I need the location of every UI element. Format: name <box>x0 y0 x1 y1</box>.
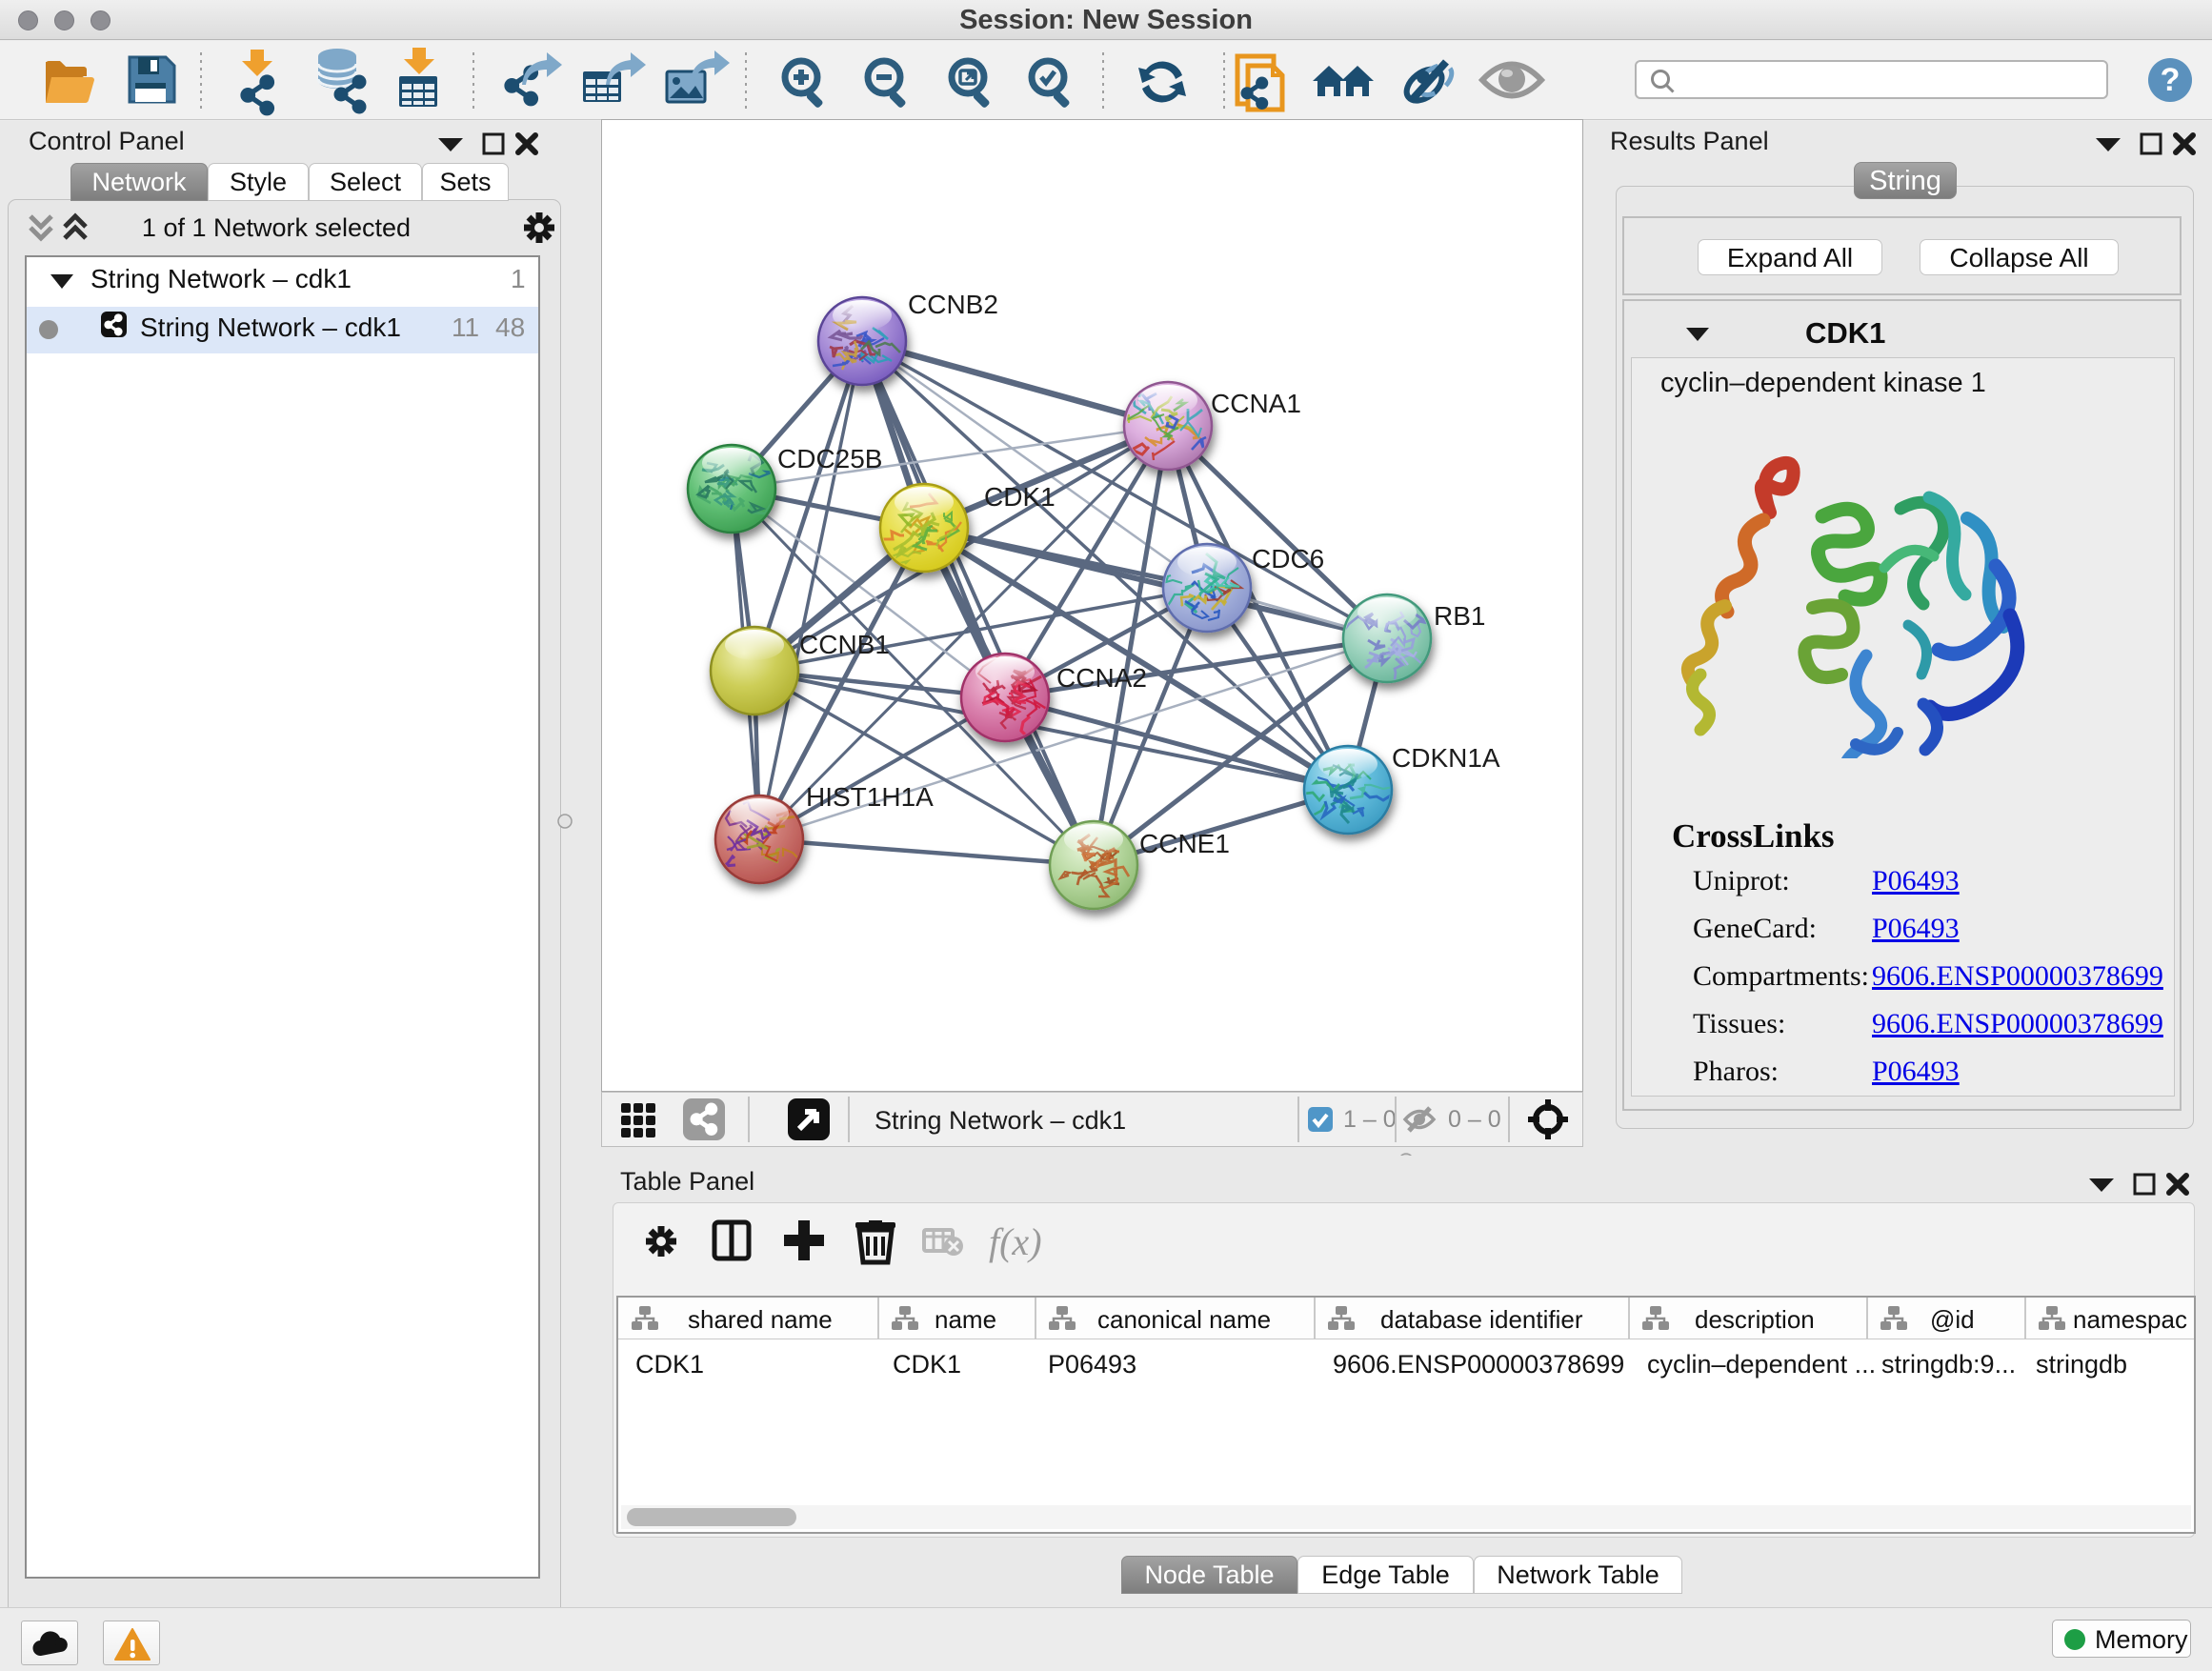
svg-text:CDC25B: CDC25B <box>777 444 882 473</box>
svg-text:stringdb: stringdb <box>2036 1350 2127 1379</box>
svg-text:shared name: shared name <box>688 1305 833 1334</box>
svg-text:cyclin–dependent ...: cyclin–dependent ... <box>1647 1350 1876 1379</box>
svg-text:0 – 0: 0 – 0 <box>1448 1106 1501 1133</box>
svg-text:database identifier: database identifier <box>1380 1305 1583 1334</box>
svg-text:stringdb:9...: stringdb:9... <box>1881 1350 2016 1379</box>
svg-text:HIST1H1A: HIST1H1A <box>806 782 934 812</box>
svg-text:CCNA1: CCNA1 <box>1211 389 1301 418</box>
svg-text:String Network – cdk1: String Network – cdk1 <box>875 1106 1126 1135</box>
svg-text:namespac: namespac <box>2073 1305 2187 1334</box>
svg-text:CCNB1: CCNB1 <box>799 630 890 659</box>
svg-text:CDK1: CDK1 <box>893 1350 961 1379</box>
svg-text:f(x): f(x) <box>989 1220 1042 1263</box>
svg-text:P06493: P06493 <box>1048 1350 1136 1379</box>
svg-text:CDKN1A: CDKN1A <box>1392 743 1500 773</box>
svg-text:?: ? <box>2161 62 2181 98</box>
svg-text:CCNA2: CCNA2 <box>1056 663 1147 693</box>
svg-text:description: description <box>1695 1305 1815 1334</box>
svg-text:1 – 0: 1 – 0 <box>1343 1106 1397 1133</box>
svg-text:name: name <box>935 1305 996 1334</box>
svg-text:RB1: RB1 <box>1434 601 1485 631</box>
svg-text:canonical name: canonical name <box>1097 1305 1271 1334</box>
svg-text:9606.ENSP00000378699: 9606.ENSP00000378699 <box>1333 1350 1624 1379</box>
svg-text:@id: @id <box>1930 1305 1975 1334</box>
svg-text:CDK1: CDK1 <box>984 482 1056 512</box>
svg-text:CCNB2: CCNB2 <box>908 290 998 319</box>
svg-text:CDK1: CDK1 <box>635 1350 704 1379</box>
svg-text:CCNE1: CCNE1 <box>1139 829 1230 858</box>
svg-text:CDC6: CDC6 <box>1252 544 1324 574</box>
